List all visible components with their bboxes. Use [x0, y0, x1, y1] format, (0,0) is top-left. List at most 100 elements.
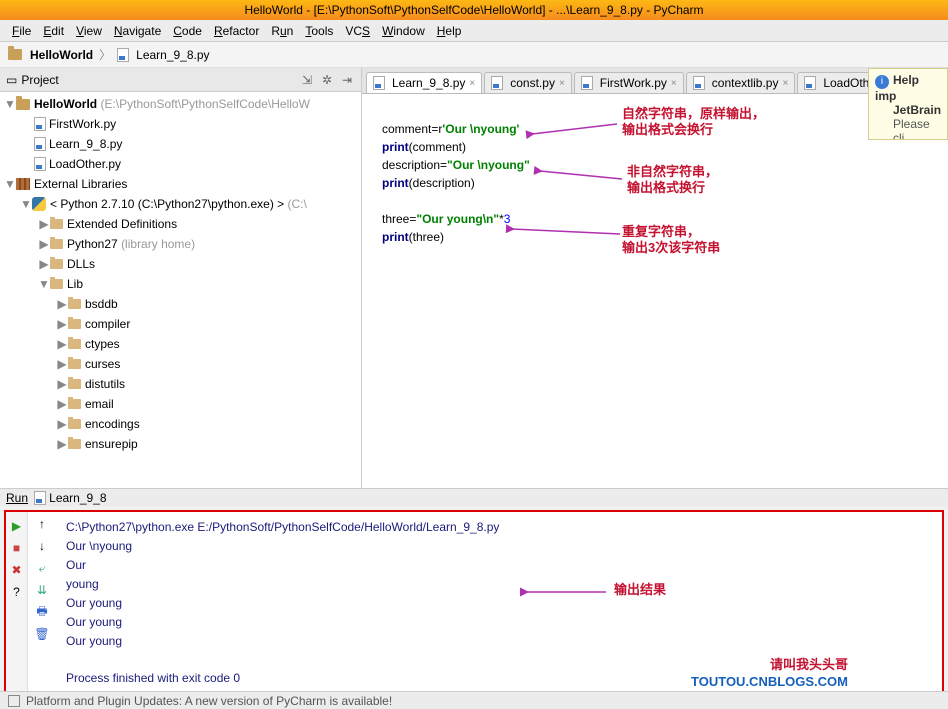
tree-file[interactable]: LoadOther.py	[49, 157, 121, 171]
tree-folder[interactable]: Extended Definitions	[67, 217, 177, 231]
annotation-output: 输出结果	[614, 582, 666, 598]
notif-body: Please cli	[893, 117, 941, 140]
menu-run[interactable]: Run	[265, 24, 299, 38]
annotation-1: 自然字符串，原样输出，输出格式会换行	[622, 106, 765, 138]
breadcrumb-project[interactable]: HelloWorld	[30, 48, 93, 62]
annotation-3: 重复字符串，输出3次该字符串	[622, 224, 720, 256]
close-icon[interactable]: ×	[671, 78, 677, 89]
tree-folder[interactable]: email	[85, 397, 114, 411]
run-gutter-tools: ↑ ↓ ⤶ ⇊ 🖶 🗑	[28, 512, 56, 700]
tree-folder[interactable]: curses	[85, 357, 120, 371]
tab-contextlib[interactable]: contextlib.py×	[686, 72, 796, 93]
annotation-author: 请叫我头头哥	[770, 654, 848, 673]
menu-window[interactable]: Window	[376, 24, 431, 38]
collapse-icon[interactable]: ⇲	[299, 72, 315, 88]
tree-python-env[interactable]: < Python 2.7.10 (C:\Python27\python.exe)…	[50, 197, 284, 211]
wrap-icon[interactable]: ⤶	[34, 560, 50, 576]
python-file-icon	[34, 491, 46, 505]
close-icon[interactable]: ×	[559, 78, 565, 89]
trash-icon[interactable]: 🗑	[34, 626, 50, 642]
tree-folder[interactable]: ensurepip	[85, 437, 138, 451]
notification-popup[interactable]: iHelp imp JetBrain Please cli otherwise	[868, 68, 948, 140]
menu-file[interactable]: File	[6, 24, 37, 38]
tree-folder[interactable]: DLLs	[67, 257, 95, 271]
python-file-icon	[117, 48, 129, 62]
tab-label: Learn_9_8.py	[392, 76, 465, 90]
run-tool-label[interactable]: Run	[6, 491, 28, 505]
python-file-icon	[491, 76, 503, 90]
breadcrumb-file[interactable]: Learn_9_8.py	[136, 48, 209, 62]
editor-tabs: Learn_9_8.py × const.py× FirstWork.py × co…	[362, 68, 948, 94]
tab-learn98[interactable]: Learn_9_8.py ×	[366, 72, 482, 93]
scroll-icon[interactable]: ⇊	[34, 582, 50, 598]
breadcrumb: HelloWorld 〉 Learn_9_8.py	[0, 42, 948, 68]
menu-tools[interactable]: Tools	[299, 24, 339, 38]
folder-icon	[68, 359, 81, 369]
up-icon[interactable]: ↑	[34, 516, 50, 532]
menu-help[interactable]: Help	[431, 24, 468, 38]
tree-external-libs[interactable]: External Libraries	[34, 177, 127, 191]
tree-root[interactable]: HelloWorld	[34, 97, 97, 111]
folder-icon	[68, 439, 81, 449]
tree-python-suffix: (C:\	[288, 197, 307, 211]
menu-vcs[interactable]: VCS	[339, 24, 376, 38]
tree-file[interactable]: FirstWork.py	[49, 117, 116, 131]
menubar: File Edit View Navigate Code Refactor Ru…	[0, 20, 948, 42]
gear-icon[interactable]: ✲	[319, 72, 335, 88]
run-gutter-left: ▶ ■ ✖ ?	[6, 512, 28, 700]
python-file-icon	[34, 157, 46, 171]
tree-folder[interactable]: ctypes	[85, 337, 120, 351]
tree-folder[interactable]: bsddb	[85, 297, 118, 311]
print-icon[interactable]: 🖶	[34, 604, 50, 620]
menu-code[interactable]: Code	[167, 24, 208, 38]
folder-icon	[68, 379, 81, 389]
stop-icon[interactable]: ■	[9, 540, 25, 556]
tab-label: contextlib.py	[712, 76, 779, 90]
python-file-icon	[34, 117, 46, 131]
project-tree[interactable]: ▼HelloWorld (E:\PythonSoft\PythonSelfCod…	[0, 92, 361, 488]
menu-edit[interactable]: Edit	[37, 24, 70, 38]
python-file-icon	[34, 137, 46, 151]
pin-icon[interactable]: ✖	[9, 562, 25, 578]
tree-folder[interactable]: Python27	[67, 237, 118, 251]
down-icon[interactable]: ↓	[34, 538, 50, 554]
tree-folder[interactable]: compiler	[85, 317, 130, 331]
close-icon[interactable]: ×	[469, 78, 475, 89]
tree-folder[interactable]: encodings	[85, 417, 140, 431]
menu-view[interactable]: View	[70, 24, 108, 38]
tree-file[interactable]: Learn_9_8.py	[49, 137, 122, 151]
python-file-icon	[693, 76, 705, 90]
tab-firstwork[interactable]: FirstWork.py ×	[574, 72, 684, 93]
status-bar: Platform and Plugin Updates: A new versi…	[0, 691, 948, 709]
project-tool-icon[interactable]: ▭	[6, 73, 17, 87]
tree-folder[interactable]: Lib	[67, 277, 83, 291]
folder-icon	[50, 239, 63, 249]
python-file-icon	[804, 76, 816, 90]
blog-url: TOUTOU.CNBLOGS.COM	[691, 674, 848, 689]
menu-refactor[interactable]: Refactor	[208, 24, 265, 38]
status-icon[interactable]	[8, 695, 20, 707]
menu-navigate[interactable]: Navigate	[108, 24, 167, 38]
folder-icon	[8, 49, 22, 60]
help-icon[interactable]: ?	[9, 584, 25, 600]
hide-icon[interactable]: ⇥	[339, 72, 355, 88]
folder-icon	[68, 339, 81, 349]
info-icon: i	[875, 75, 889, 89]
folder-icon	[68, 299, 81, 309]
status-text: Platform and Plugin Updates: A new versi…	[26, 694, 392, 708]
tree-folder[interactable]: distutils	[85, 377, 125, 391]
tab-const[interactable]: const.py×	[484, 72, 572, 93]
folder-icon	[68, 399, 81, 409]
tree-note: (library home)	[121, 237, 195, 251]
tree-root-path: (E:\PythonSoft\PythonSelfCode\HelloW	[100, 97, 309, 111]
close-icon[interactable]: ×	[782, 78, 788, 89]
folder-icon	[68, 419, 81, 429]
folder-icon	[50, 219, 63, 229]
rerun-icon[interactable]: ▶	[9, 518, 25, 534]
editor-area: Learn_9_8.py × const.py× FirstWork.py × co…	[362, 68, 948, 488]
run-config-name[interactable]: Learn_9_8	[49, 491, 106, 505]
python-file-icon	[373, 76, 385, 90]
code-editor[interactable]: comment=r'Our \nyoung' print(comment) de…	[362, 94, 948, 488]
folder-icon	[50, 279, 63, 289]
tab-label: FirstWork.py	[600, 76, 667, 90]
